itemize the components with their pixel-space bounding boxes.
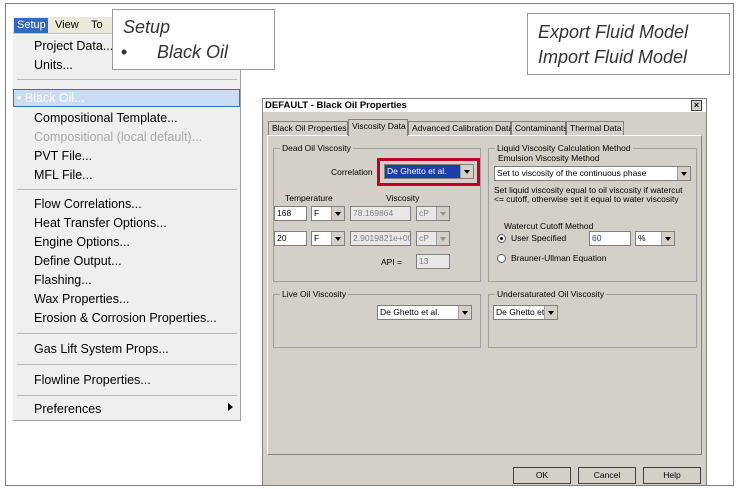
menu-item-compositional-local-default: Compositional (local default)... [34,130,203,144]
brauner-ullman-radio[interactable] [497,254,506,263]
tab-viscosity-data[interactable]: Viscosity Data [348,119,408,136]
dialog-title: DEFAULT - Black Oil Properties [265,100,407,111]
callout-bullet: • [121,42,128,62]
chevron-down-icon[interactable] [331,207,344,220]
cutoff-unit-select[interactable]: % [635,231,675,246]
chevron-down-icon[interactable] [661,232,674,245]
setup-callout: Setup • Black Oil [112,9,275,70]
tab-contaminants[interactable]: Contaminants [511,121,567,135]
cutoff-unit-value: % [638,233,646,243]
menu-item-black-oil[interactable]: • Black Oil... [13,89,240,107]
menu-item-wax-properties[interactable]: Wax Properties... [13,290,240,309]
cutoff-value-input[interactable]: 60 [589,231,631,246]
temperature-header: Temperature [285,193,333,203]
menu-item-black-oil-label: Black Oil... [24,91,85,105]
temperature-unit-value: F [314,208,320,218]
callout-export: Export Fluid Model [538,22,689,42]
dialog-titlebar: DEFAULT - Black Oil Properties × [263,99,706,112]
viscosity-input[interactable]: 78.169864 [350,206,411,221]
close-icon[interactable]: × [691,100,702,111]
viscosity-input[interactable]: 2.9019821e+008 [350,231,411,246]
menu-item-define-output[interactable]: Define Output... [13,252,240,271]
menu-separator [17,79,237,80]
live-oil-viscosity-group: Live Oil Viscosity De Ghetto et al. [273,288,481,348]
correlation-value: De Ghetto et al. [387,166,447,176]
black-oil-properties-dialog: DEFAULT - Black Oil Properties × Black O… [262,98,707,486]
user-specified-label: User Specified [511,233,567,243]
callout-import: Import Fluid Model [538,47,688,67]
temperature-unit-select[interactable]: F [311,231,345,246]
brauner-ullman-label: Brauner-Ullman Equation [511,253,607,263]
menu-item-erosion-corrosion[interactable]: Erosion & Corrosion Properties... [13,309,240,328]
viscosity-unit-select[interactable]: cP [416,206,450,221]
chevron-down-icon[interactable] [436,232,449,245]
dead-oil-viscosity-label: Dead Oil Viscosity [280,142,353,154]
correlation-select[interactable]: De Ghetto et al. [384,164,474,179]
dead-oil-viscosity-group: Dead Oil Viscosity Correlation De Ghetto… [273,142,481,282]
undersaturated-correlation-select[interactable]: De Ghetto et al. [493,305,558,320]
menu-item-preferences[interactable]: Preferences [13,400,240,419]
chevron-down-icon[interactable] [677,167,690,180]
callout-setup-item: Black Oil [157,42,229,62]
ok-button[interactable]: OK [513,467,571,484]
menu-view[interactable]: View [52,18,84,33]
menu-tools[interactable]: To [88,18,110,33]
menu-separator [17,364,237,365]
tab-thermal-data[interactable]: Thermal Data [566,121,624,135]
bullet-icon: • [17,91,25,105]
chevron-down-icon[interactable] [436,207,449,220]
temperature-input[interactable]: 20 [274,231,307,246]
viscosity-unit-select[interactable]: cP [416,231,450,246]
chevron-down-icon[interactable] [544,306,557,319]
emulsion-viscosity-value: Set to viscosity of the continuous phase [497,168,647,178]
menu-item-heat-transfer-options[interactable]: Heat Transfer Options... [13,214,240,233]
menu-setup[interactable]: Setup [14,18,48,33]
submenu-arrow-icon [228,403,233,411]
undersaturated-oil-viscosity-label: Undersaturated Oil Viscosity [495,288,607,300]
menu-item-mfl-file[interactable]: MFL File... [13,166,240,185]
menu-item-flow-correlations[interactable]: Flow Correlations... [13,195,240,214]
menu-separator [17,333,237,334]
undersaturated-oil-viscosity-group: Undersaturated Oil Viscosity De Ghetto e… [488,288,697,348]
setup-menu: Project Data... Units... • Black Oil... … [13,35,241,421]
temperature-unit-select[interactable]: F [311,206,345,221]
watercut-cutoff-label: Watercut Cutoff Method [504,221,594,231]
help-button[interactable]: Help [643,467,701,484]
menu-bar: Setup View To [13,17,128,34]
temperature-unit-value: F [314,233,320,243]
callout-setup-title: Setup [123,17,171,37]
api-label: API = [381,257,403,267]
liquid-viscosity-method-group: Liquid Viscosity Calculation Method Emul… [488,142,697,282]
live-oil-correlation-select[interactable]: De Ghetto et al. [377,305,472,320]
tab-advanced-calibration-data[interactable]: Advanced Calibration Data [408,121,513,135]
chevron-down-icon[interactable] [460,165,473,178]
menu-separator [17,189,237,190]
live-oil-correlation-value: De Ghetto et al. [380,307,440,317]
menu-item-engine-options[interactable]: Engine Options... [13,233,240,252]
emulsion-viscosity-label: Emulsion Viscosity Method [498,153,600,163]
viscosity-header: Viscosity [386,193,420,203]
chevron-down-icon[interactable] [458,306,471,319]
user-specified-radio[interactable] [497,234,506,243]
menu-item-compositional-template[interactable]: Compositional Template... [13,109,240,128]
viscosity-unit-value: cP [419,208,429,218]
menu-item-gas-lift-system[interactable]: Gas Lift System Props... [13,340,240,359]
watercut-note: Set liquid viscosity equal to oil viscos… [494,185,683,204]
chevron-down-icon[interactable] [331,232,344,245]
viscosity-unit-value: cP [419,233,429,243]
api-value: 13 [416,254,450,269]
cancel-button[interactable]: Cancel [578,467,636,484]
fluid-model-callout: Export Fluid Model Import Fluid Model [527,13,730,75]
menu-item-flowline-properties[interactable]: Flowline Properties... [13,371,240,390]
menu-item-flashing[interactable]: Flashing... [13,271,240,290]
emulsion-viscosity-select[interactable]: Set to viscosity of the continuous phase [494,166,691,181]
menu-item-pvt-file[interactable]: PVT File... [13,147,240,166]
menu-separator [17,395,237,396]
temperature-input[interactable]: 168 [274,206,307,221]
correlation-label: Correlation [331,167,373,177]
viscosity-data-panel: Dead Oil Viscosity Correlation De Ghetto… [267,135,702,455]
live-oil-viscosity-label: Live Oil Viscosity [280,288,349,300]
tab-black-oil-properties[interactable]: Black Oil Properties [268,121,348,135]
